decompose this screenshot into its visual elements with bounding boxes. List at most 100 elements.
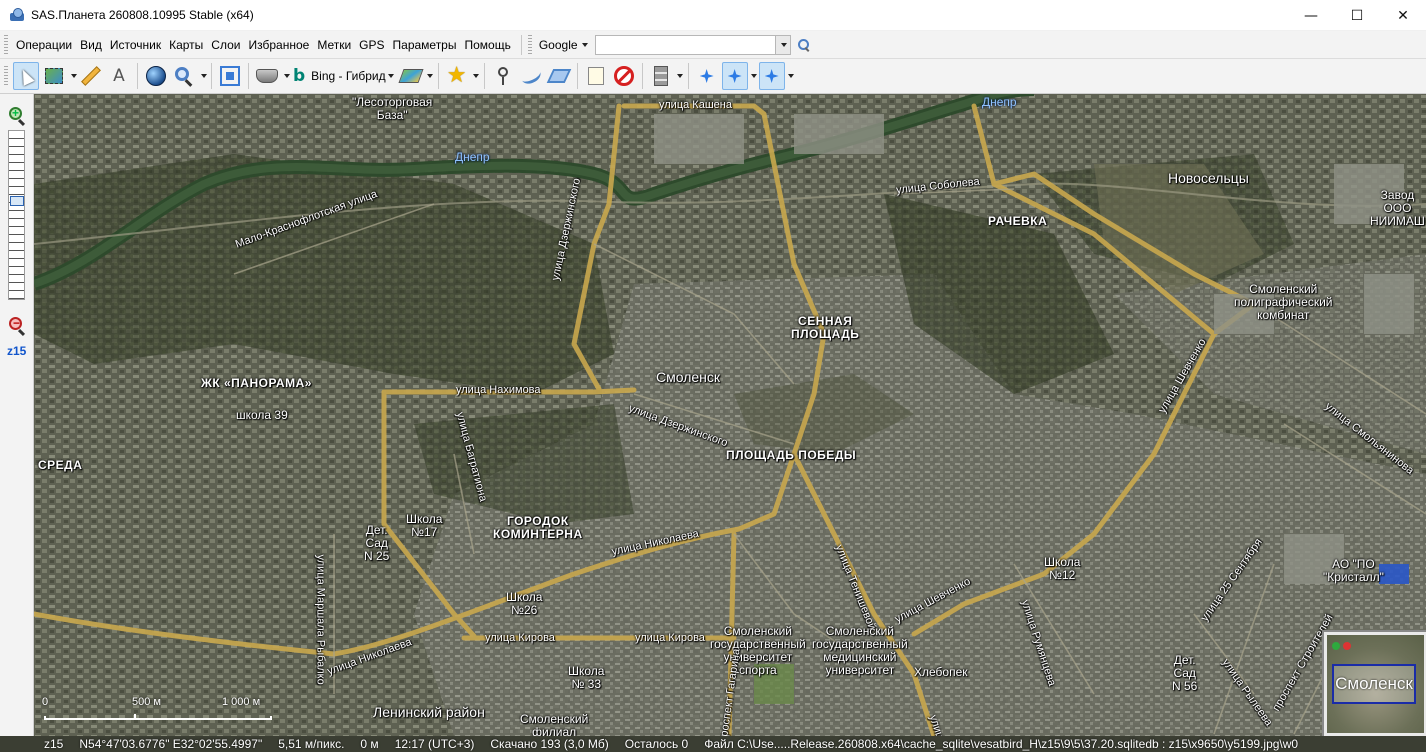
chevron-down-icon	[387, 74, 394, 78]
search-grip[interactable]	[527, 34, 532, 55]
menu-marks[interactable]: Метки	[313, 35, 355, 55]
zoom-tool-dropdown[interactable]	[198, 62, 207, 90]
layers-dropdown[interactable]	[425, 62, 434, 90]
search-engine-label: Google	[538, 37, 578, 52]
cache-button[interactable]	[648, 62, 674, 90]
menu-source[interactable]: Источник	[106, 35, 165, 55]
map-label-panorama: ЖК «ПАНОРАМА»	[201, 376, 312, 390]
ruler-icon	[81, 66, 101, 86]
map-label-kindergarten: Дет. Сад N 56	[1172, 653, 1198, 693]
globe-icon	[146, 66, 166, 86]
maximize-button[interactable]: ☐	[1334, 0, 1380, 31]
map-label-dnepr: Днепр	[455, 150, 490, 164]
window-title: SAS.Планета 260808.10995 Stable (x64)	[31, 8, 254, 22]
map-label-school: Школа №12	[1044, 555, 1081, 582]
close-button[interactable]: ✕	[1380, 0, 1426, 31]
map-label-sport-univ: Смоленский государственный университет спор…	[710, 624, 806, 677]
overview-zoom-in-icon[interactable]	[1332, 642, 1340, 650]
scale-bar: 0 500 м 1 000 м	[40, 696, 280, 722]
search-box	[594, 34, 791, 55]
gps-track-button[interactable]	[721, 62, 748, 90]
satellite-dropdown[interactable]	[281, 62, 290, 90]
toolbar: A b Bing - Гибрид ★	[0, 59, 1426, 94]
layers-button[interactable]	[398, 62, 424, 90]
chevron-down-icon	[788, 74, 795, 78]
select-area-button[interactable]	[41, 62, 67, 90]
favorites-button[interactable]: ★	[444, 62, 470, 90]
zoom-slider[interactable]	[8, 130, 25, 300]
layers-icon	[398, 69, 424, 83]
map-label-school: школа 39	[236, 408, 288, 422]
gps-connect-button[interactable]	[694, 62, 720, 90]
map-label-kristall: АО "ПО "Кристалл"	[1323, 557, 1384, 584]
search-history-dropdown[interactable]	[774, 35, 790, 54]
minimize-button[interactable]: —	[1288, 0, 1334, 31]
map-label-smolensk: Смоленск	[656, 369, 721, 385]
select-area-dropdown[interactable]	[68, 62, 77, 90]
zoom-slider-thumb[interactable]	[10, 196, 24, 206]
zoom-out-button[interactable]: −	[8, 316, 26, 337]
menu-parameters[interactable]: Параметры	[389, 35, 461, 55]
app-icon	[9, 7, 25, 23]
map-view[interactable]: "Лесоторговая База" Днепр Днепр улица Каш…	[34, 94, 1426, 736]
chevron-down-icon	[780, 42, 787, 47]
map-label-rachevka: РАЧЕВКА	[988, 214, 1048, 228]
map-label-sreda: СРЕДА	[38, 458, 83, 472]
menu-maps[interactable]: Карты	[165, 35, 207, 55]
satellite-button[interactable]	[254, 62, 280, 90]
search-engine-dropdown[interactable]: Google	[536, 38, 591, 52]
menu-operations[interactable]: Операции	[12, 35, 76, 55]
overview-zoom-out-icon[interactable]	[1343, 642, 1351, 650]
scale-label-end: 1 000 м	[222, 696, 261, 708]
menu-gps[interactable]: GPS	[355, 35, 388, 55]
toolbar-separator	[211, 63, 212, 89]
zoom-tool-button[interactable]	[171, 62, 197, 90]
menu-layers[interactable]: Слои	[207, 35, 244, 55]
menu-view[interactable]: Вид	[76, 35, 106, 55]
gps-center-button[interactable]	[758, 62, 785, 90]
add-path-button[interactable]	[518, 62, 544, 90]
menu-favorites[interactable]: Избранное	[244, 35, 313, 55]
map-label-street: улица Кирова	[635, 632, 705, 644]
gps-center-dropdown[interactable]	[786, 62, 795, 90]
window-controls: — ☐ ✕	[1288, 0, 1426, 31]
globe-button[interactable]	[143, 62, 169, 90]
map-label-lesotorgovaya: "Лесоторговая База"	[352, 95, 433, 122]
star-icon: ★	[446, 63, 467, 88]
map-source-selector[interactable]: b Bing - Гибрид	[290, 66, 397, 86]
zoom-in-button[interactable]: +	[8, 106, 26, 127]
toolbar-grip[interactable]	[4, 66, 8, 86]
search-icon[interactable]	[797, 38, 811, 52]
chevron-down-icon	[200, 74, 207, 78]
overview-viewport[interactable]: Смоленск	[1332, 664, 1416, 704]
favorites-dropdown[interactable]	[471, 62, 480, 90]
add-polygon-button[interactable]	[546, 62, 572, 90]
map-label-street: улица Кашена	[659, 99, 732, 111]
toolbar-separator	[576, 63, 578, 89]
status-distance: 0 м	[360, 737, 379, 751]
database-icon	[653, 66, 668, 86]
map-label-kominterna: ГОРОДОК КОМИНТЕРНА	[493, 514, 583, 541]
note-icon	[587, 67, 604, 85]
menu-grip[interactable]	[4, 34, 8, 55]
marks-list-button[interactable]	[583, 62, 609, 90]
select-area-icon	[45, 68, 63, 84]
overview-controls	[1332, 642, 1354, 650]
ruler-button[interactable]	[78, 62, 104, 90]
scale-mid-tick	[134, 714, 136, 720]
cache-dropdown[interactable]	[675, 62, 684, 90]
menu-help[interactable]: Помощь	[460, 35, 514, 55]
scale-label-zero: 0	[42, 696, 49, 708]
move-tool-button[interactable]	[13, 62, 39, 90]
overview-map[interactable]: Смоленск	[1322, 630, 1426, 736]
add-placemark-button[interactable]	[490, 62, 516, 90]
gps-track-icon	[725, 66, 745, 86]
zoom-level: z15	[7, 344, 27, 358]
map-label-zavod: Завод ООО НИИМАШ	[1370, 188, 1425, 228]
gps-track-dropdown[interactable]	[749, 62, 758, 90]
fullscreen-button[interactable]	[217, 62, 243, 90]
hide-marks-button[interactable]	[611, 62, 637, 90]
compass-button[interactable]: A	[106, 62, 132, 90]
scale-line	[44, 716, 272, 720]
search-input[interactable]	[595, 35, 776, 54]
